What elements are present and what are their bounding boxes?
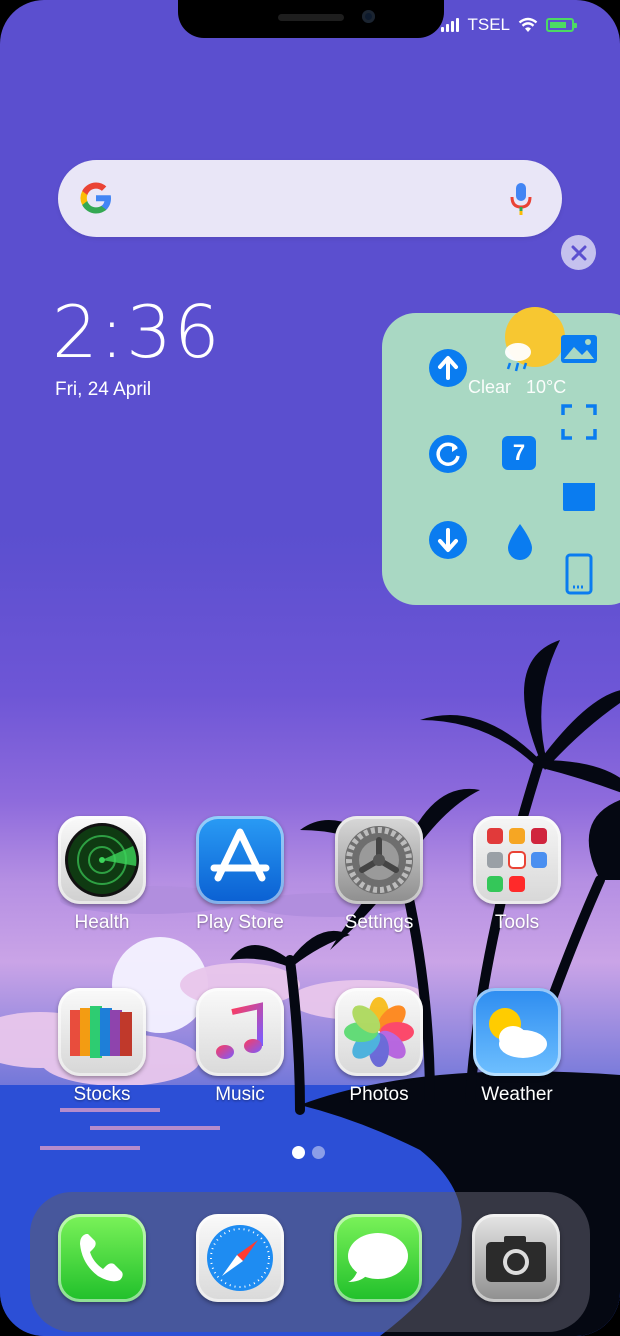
clock-time: 2:36 <box>52 290 222 374</box>
folder-icon <box>473 816 561 904</box>
weather-cloud-icon <box>505 343 531 372</box>
dock-camera[interactable] <box>471 1214 561 1302</box>
page-dot[interactable] <box>312 1146 325 1159</box>
weather-app-icon <box>473 988 561 1076</box>
app-photos[interactable]: Photos <box>334 988 424 1106</box>
music-note-icon <box>196 988 284 1076</box>
signal-icon <box>441 18 460 32</box>
widget-close-button[interactable] <box>561 235 596 270</box>
photos-flower-icon <box>335 988 423 1076</box>
app-settings[interactable]: Settings <box>334 816 424 934</box>
dock <box>30 1192 590 1332</box>
app-label: Health <box>74 912 130 933</box>
home-screen: TSEL 2:36 Fri, 24 April Clear 10°C 7 Hea… <box>0 0 620 1336</box>
dock-safari[interactable] <box>195 1214 285 1302</box>
stocks-bars-icon <box>58 988 146 1076</box>
front-camera <box>362 10 375 23</box>
weather-condition: Clear <box>468 377 512 397</box>
app-label: Stocks <box>73 1084 131 1105</box>
app-play-store[interactable]: Play Store <box>195 816 285 934</box>
app-health[interactable]: Health <box>57 816 147 934</box>
gear-icon <box>335 816 423 904</box>
google-g-icon <box>80 182 111 214</box>
status-bar: TSEL <box>441 15 577 35</box>
battery-icon <box>546 18 577 32</box>
camera-icon <box>472 1214 560 1302</box>
calendar-badge[interactable]: 7 <box>502 436 536 470</box>
wifi-icon <box>518 17 538 32</box>
speaker-grille <box>278 14 344 21</box>
app-tools[interactable]: Tools <box>472 816 562 934</box>
close-icon <box>571 245 586 260</box>
app-label: Music <box>215 1084 265 1105</box>
microphone-icon[interactable] <box>510 182 532 216</box>
app-label: Settings <box>344 912 414 933</box>
page-indicator[interactable] <box>292 1146 325 1159</box>
calendar-day: 7 <box>512 440 526 465</box>
app-store-icon <box>196 816 284 904</box>
water-drop-icon[interactable] <box>505 522 535 562</box>
compass-icon <box>196 1214 284 1302</box>
phone-icon <box>58 1214 146 1302</box>
app-stocks[interactable]: Stocks <box>57 988 147 1106</box>
phone-device-icon[interactable] <box>565 553 593 595</box>
clock-date: Fri, 24 April <box>55 379 152 400</box>
weather-temperature: 10°C <box>526 377 567 397</box>
download-icon[interactable] <box>428 520 468 560</box>
dock-phone[interactable] <box>57 1214 147 1302</box>
google-search-bar[interactable] <box>58 160 562 237</box>
rotate-icon[interactable] <box>428 434 468 474</box>
image-icon[interactable] <box>560 334 598 364</box>
screenshot-icon[interactable] <box>561 404 597 440</box>
radar-icon <box>58 816 146 904</box>
message-bubble-icon <box>334 1214 422 1302</box>
weather-summary: Clear 10°C <box>468 377 566 398</box>
upload-icon[interactable] <box>428 348 468 388</box>
notes-icon[interactable] <box>562 478 596 512</box>
carrier-label: TSEL <box>467 15 510 34</box>
display-notch <box>178 0 444 38</box>
dock-messages[interactable] <box>333 1214 423 1302</box>
app-label: Tools <box>494 912 540 933</box>
app-music[interactable]: Music <box>195 988 285 1106</box>
app-label: Play Store <box>196 912 284 933</box>
app-label: Photos <box>349 1084 409 1105</box>
app-label: Weather <box>481 1084 553 1105</box>
page-dot-active[interactable] <box>292 1146 305 1159</box>
app-weather[interactable]: Weather <box>472 988 562 1106</box>
